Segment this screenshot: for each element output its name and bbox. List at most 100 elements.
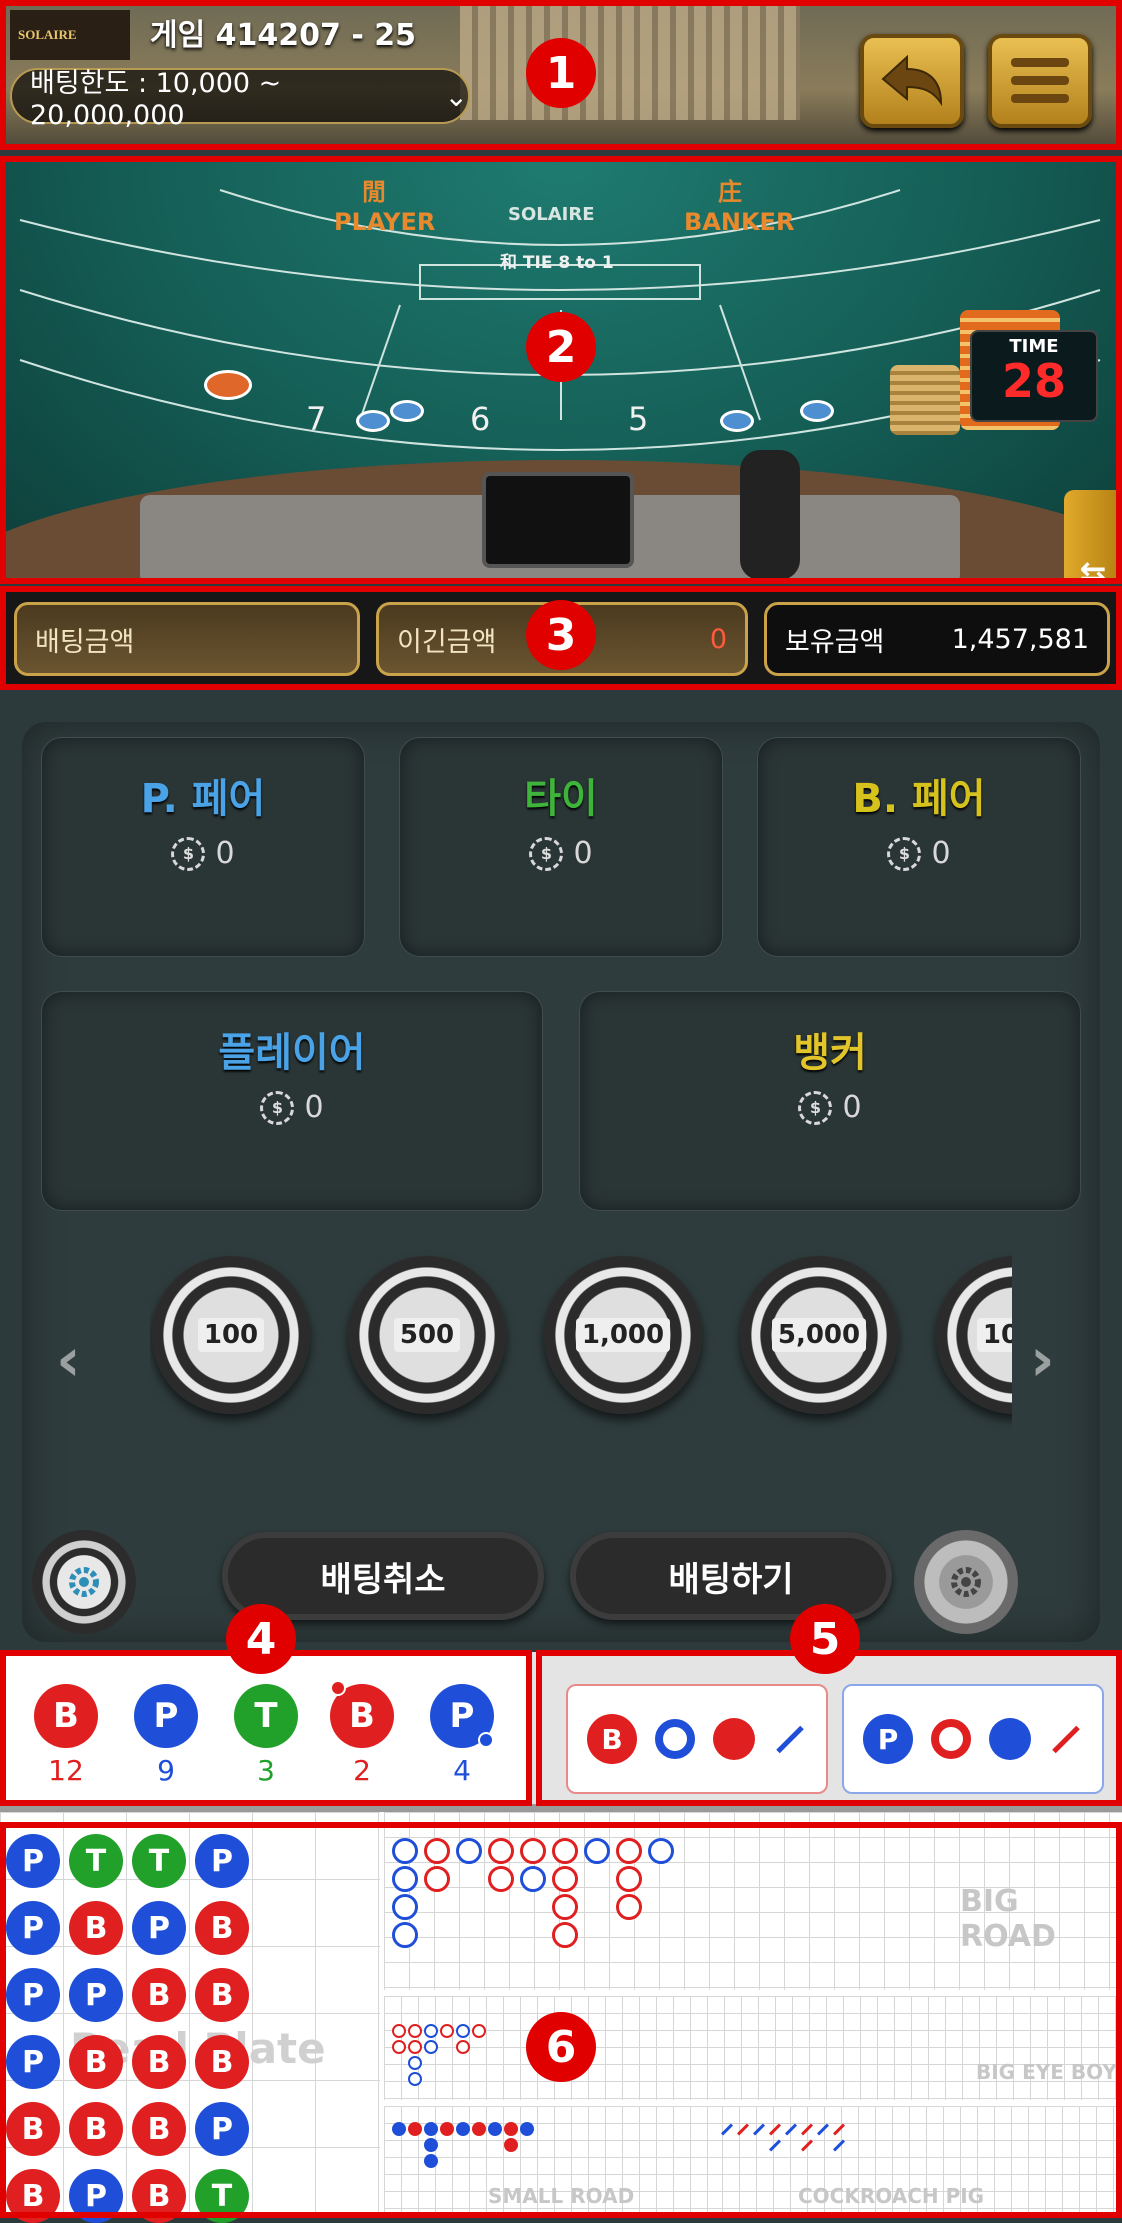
small-road-mark (472, 2122, 486, 2136)
player-prediction-badge: P (863, 1714, 913, 1764)
bead-plate-cell: B (69, 2035, 123, 2089)
big-eye-mark (408, 2072, 422, 2086)
pair-dot (330, 1680, 346, 1696)
big-eye-mark (408, 2024, 422, 2038)
bead-plate-cell: B (6, 2102, 60, 2156)
bet-title: 타이 (524, 776, 598, 822)
small-road-mark (408, 2122, 422, 2136)
annotation-marker-1: 1 (526, 38, 596, 108)
bet-amount: 0 (573, 836, 593, 871)
dealer-arm (740, 450, 800, 580)
bead-plate-cell: P (69, 2169, 123, 2223)
bead-plate-cell: P (6, 2035, 60, 2089)
small-road-mark (488, 2122, 502, 2136)
chip-value: 10,0 (976, 1318, 1012, 1352)
gear-icon (951, 1567, 981, 1597)
coin-icon: $ (260, 1090, 295, 1125)
table-chip (390, 400, 424, 422)
bead-plate-cell: T (132, 1834, 186, 1888)
small-road-mark (424, 2154, 438, 2168)
balance-box: 보유금액 1,457,581 (764, 602, 1110, 676)
cockroach-slash-icon (776, 1725, 804, 1753)
big-eye-mark (424, 2024, 438, 2038)
place-bet-button[interactable]: 배팅하기 (570, 1532, 892, 1620)
big-road-mark (488, 1838, 514, 1864)
bet-title: B. 페어 (852, 776, 986, 822)
bead-plate-cell: B (132, 2169, 186, 2223)
big-road-label: BIG ROAD (960, 1884, 1056, 1954)
bead-plate-cell: B (69, 1901, 123, 1955)
dealer-tablet (482, 472, 634, 568)
chip-5000[interactable]: 5,000 (740, 1256, 898, 1414)
bead-plate-cell: B (6, 2169, 60, 2223)
small-road-mark (504, 2122, 518, 2136)
bead-plate-cell: B (132, 1968, 186, 2022)
divider (0, 1804, 1122, 1812)
table-chip (800, 400, 834, 422)
bet-amount: 0 (304, 1090, 324, 1125)
big-eye-mark (408, 2040, 422, 2054)
big-eye-mark (440, 2024, 454, 2038)
table-brand: SOLAIRE (508, 204, 595, 225)
banker-count-badge: B (34, 1684, 98, 1748)
chip-value: 500 (393, 1318, 461, 1352)
bead-plate-cell: B (132, 2035, 186, 2089)
big-road-mark (520, 1838, 546, 1864)
big-road-mark (552, 1866, 578, 1892)
bead-plate-cell: P (6, 1968, 60, 2022)
coin-icon: $ (529, 836, 564, 871)
big-eye-mark (456, 2024, 470, 2038)
tie-count-badge: T (234, 1684, 298, 1748)
banker-prediction[interactable]: B (566, 1684, 828, 1794)
swap-view-button[interactable]: ⇆ (1064, 490, 1122, 580)
coin-icon: $ (798, 1090, 833, 1125)
bet-area-banker-pair[interactable]: B. 페어 $0 (758, 738, 1080, 956)
chip-10000[interactable]: 10,0 (936, 1256, 1012, 1414)
menu-button[interactable] (988, 34, 1092, 128)
big-road-mark (424, 1838, 450, 1864)
big-road-mark (616, 1866, 642, 1892)
chip-100[interactable]: 100 (152, 1256, 310, 1414)
bet-limit-text: 배팅한도 : 10,000 ~ 20,000,000 (30, 68, 282, 131)
bet-area-banker[interactable]: 뱅커 $0 (580, 992, 1080, 1210)
chevron-left-icon[interactable]: ‹ (56, 1325, 81, 1395)
timer-value: 28 (1001, 354, 1066, 408)
casino-logo: SOLAIRE (10, 10, 130, 60)
bet-area-player-pair[interactable]: P. 페어 $0 (42, 738, 364, 956)
bead-plate-cell: P (195, 1834, 249, 1888)
chip-selector: 100 500 1,000 5,000 10,0 (150, 1240, 1012, 1430)
big-eye-mark (392, 2040, 406, 2054)
chip-value: 100 (197, 1318, 265, 1352)
back-button[interactable] (860, 34, 964, 128)
coin-icon: $ (887, 836, 922, 871)
big-road-mark (488, 1866, 514, 1892)
bet-area-tie[interactable]: 타이 $0 (400, 738, 722, 956)
auto-bet-chip-button[interactable] (914, 1530, 1018, 1634)
settings-chip-button[interactable] (32, 1530, 136, 1634)
player-prediction[interactable]: P (842, 1684, 1104, 1794)
big-road-mark (584, 1838, 610, 1864)
bet-amount: 0 (215, 836, 235, 871)
logo-text: SOLAIRE (18, 27, 77, 42)
balance-label: 보유금액 (785, 626, 885, 658)
chevron-right-icon[interactable]: › (1030, 1325, 1055, 1395)
bet-area-player[interactable]: 플레이어 $0 (42, 992, 542, 1210)
win-amount-label: 이긴금액 (397, 626, 497, 658)
seat-6: 6 (470, 400, 491, 438)
bet-amount: 0 (931, 836, 951, 871)
bead-plate-cell: P (195, 2102, 249, 2156)
big-eye-boy-grid (384, 1996, 1122, 2100)
gear-icon (69, 1567, 99, 1597)
big-eye-ring-icon (931, 1719, 971, 1759)
bet-limit-dropdown[interactable]: 배팅한도 : 10,000 ~ 20,000,000 ⌄ (10, 68, 470, 131)
bead-plate-cell: T (195, 2169, 249, 2223)
player-count-badge: P (134, 1684, 198, 1748)
bet-amount-box: 배팅금액 (14, 602, 360, 676)
back-arrow-icon (881, 54, 943, 107)
big-road-mark (456, 1838, 482, 1864)
chip-1000[interactable]: 1,000 (544, 1256, 702, 1414)
table-player-cn: 閒 (362, 178, 386, 206)
table-tie-label: 和 TIE 8 to 1 (500, 253, 614, 273)
chip-500[interactable]: 500 (348, 1256, 506, 1414)
big-road-mark (392, 1866, 418, 1892)
